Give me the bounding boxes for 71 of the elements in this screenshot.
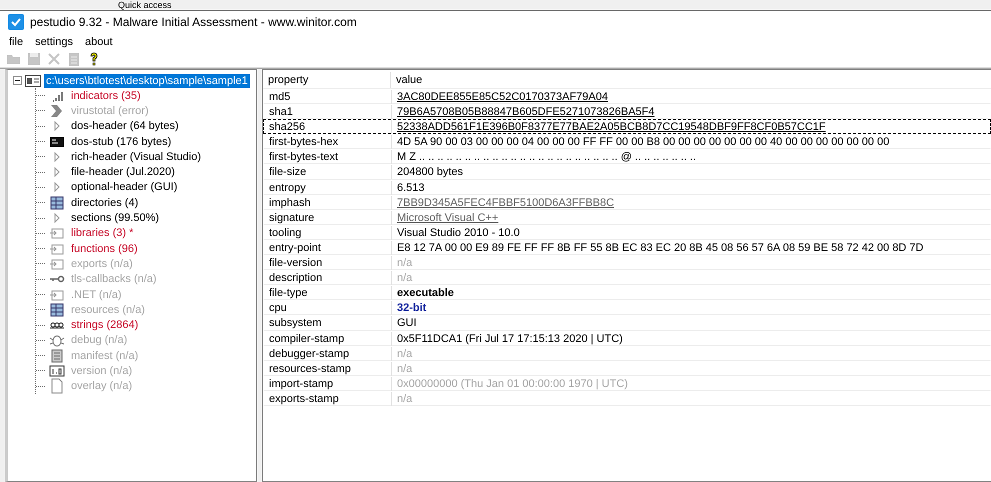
property-cell-text: description <box>268 271 324 286</box>
property-cell-text: sha256 <box>268 120 306 134</box>
property-cell-text: resources-stamp <box>268 362 352 376</box>
value-text: Visual Studio 2010 - 10.0 <box>397 226 520 240</box>
property-cell-text: first-bytes-hex <box>268 135 340 150</box>
value-text: executable <box>397 286 454 300</box>
chevron-icon <box>49 102 65 119</box>
property-cell-text: sha1 <box>268 105 294 120</box>
property-cell-text: tooling <box>268 226 302 240</box>
property-cell-text: first-bytes-text <box>268 150 340 164</box>
tree-item[interactable]: rich-header (Visual Studio) <box>69 150 204 164</box>
value-link[interactable]: 3AC80DEE855E85C52C0170373AF79A04 <box>397 90 608 104</box>
menu-item[interactable]: file <box>8 36 24 48</box>
background-window-item: Quick access <box>118 1 172 10</box>
property-cell-text: import-stamp <box>268 376 334 391</box>
menu-item[interactable]: settings <box>34 36 74 48</box>
property-cell-text: entry-point <box>268 240 322 255</box>
tree-item[interactable]: indicators (35) <box>69 88 143 103</box>
value-text: n/a <box>397 346 412 361</box>
value-text: 0x00000000 (Thu Jan 01 00:00:00 1970 | UTC) <box>397 376 628 391</box>
value-text: 204800 bytes <box>397 165 464 180</box>
value-link[interactable]: 79B6A5708B05B88847B605DFE5271073826BA5F4 <box>397 105 654 120</box>
tree-root-item[interactable]: c:\users\btlotest\desktop\sample\sample1 <box>44 74 250 88</box>
tree-item[interactable]: functions (96) <box>69 242 140 256</box>
value-link[interactable]: 7BB9D345A5FEC4FBBF5100D6A3FFBB8C <box>397 196 614 210</box>
version-badge-icon <box>49 363 65 379</box>
value-text: GUI <box>397 316 417 330</box>
property-cell-text: debugger-stamp <box>268 346 350 361</box>
value-link[interactable]: Microsoft Visual C++ <box>397 210 498 225</box>
property-cell-text: imphash <box>268 196 312 210</box>
property-cell-text: file-size <box>268 165 308 180</box>
column-header[interactable]: property <box>263 73 390 87</box>
value-text: 0x5F11DCA1 (Fri Jul 17 17:15:13 2020 | UTC) <box>397 332 623 346</box>
tree-item[interactable]: directories (4) <box>69 196 140 210</box>
tree-item[interactable]: optional-header (GUI) <box>69 180 180 194</box>
value-text: M Z .. .. .. .. .. .. .. .. .. .. .. .. .. .. .. .. .. .. .. .. .. .. @ .. .. .. .. .. .. .. <box>397 150 696 164</box>
collapse-toggle-icon[interactable] <box>13 76 22 85</box>
property-cell-text: file-type <box>268 286 309 300</box>
property-cell-text: cpu <box>268 301 288 316</box>
tree-item[interactable]: dos-header (64 bytes) <box>69 119 181 134</box>
value-text: n/a <box>397 271 412 286</box>
value-text: 4D 5A 90 00 03 00 00 00 04 00 00 00 FF FF 00 00 B8 00 00 00 00 00 00 00 40 00 00 00 00 00 00 00 <box>397 135 890 150</box>
window-title: pestudio 9.32 - Malware Initial Assessment - www.winitor.com <box>30 15 357 29</box>
value-text: n/a <box>397 256 412 270</box>
value-text: E8 12 7A 00 00 E9 89 FE FF FF 8B FF 55 8B EC 83 EC 20 8B 45 08 56 57 6A 08 59 BE 58 72 42 00 8D 7D <box>397 240 924 255</box>
value-text: 6.513 <box>397 180 425 195</box>
file-icon <box>25 74 41 86</box>
tree-item[interactable]: file-header (Jul.2020) <box>69 165 177 180</box>
value-text: 32-bit <box>397 301 426 316</box>
value-link[interactable]: 52338ADD561F1E396B0F8377E77BAE2A05BCB8D7CC19548DBF9FF8CF0B57CC1F <box>397 120 826 134</box>
property-cell-text: md5 <box>268 90 292 104</box>
tree-item[interactable]: sections (99.50%) <box>69 211 162 226</box>
value-text: n/a <box>397 362 412 376</box>
menu-item[interactable]: about <box>84 36 114 48</box>
property-cell-text: signature <box>268 210 316 225</box>
property-cell-text: entropy <box>268 180 307 195</box>
document-icon <box>49 348 65 364</box>
value-text: n/a <box>397 392 412 406</box>
property-cell-text: file-version <box>268 256 324 270</box>
tree-item[interactable]: strings (2864) <box>69 318 140 332</box>
app-logo-icon <box>8 14 24 30</box>
tree-item[interactable]: dos-stub (176 bytes) <box>69 134 174 149</box>
property-cell-text: exports-stamp <box>268 392 340 406</box>
grid-icon <box>49 194 65 211</box>
column-header[interactable]: value <box>390 72 991 88</box>
property-cell-text: subsystem <box>268 316 323 330</box>
page-icon <box>49 378 65 394</box>
tree-item[interactable]: libraries (3) * <box>69 226 136 240</box>
focused-row[interactable]: sha256 52338ADD561F1E396B0F8377E77BAE2A05BCB8D7CC19548DBF9FF8CF0B57CC1F <box>263 119 991 134</box>
grid-icon <box>49 302 65 318</box>
property-cell-text: compiler-stamp <box>268 332 346 346</box>
